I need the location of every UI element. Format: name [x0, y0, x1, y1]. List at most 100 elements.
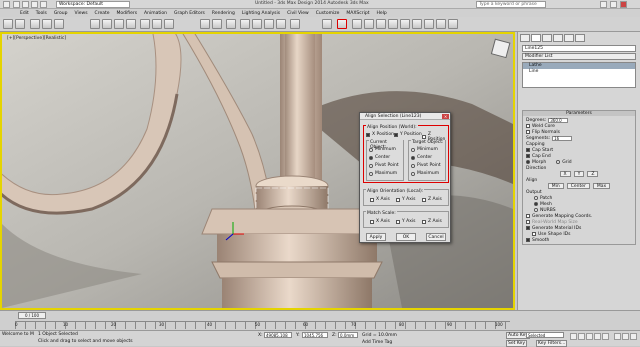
cancel-button[interactable]: Cancel	[426, 233, 446, 241]
layer-manager-icon[interactable]	[364, 19, 374, 29]
link-icon[interactable]	[30, 19, 40, 29]
minimize-icon[interactable]	[600, 1, 607, 8]
menu-customize[interactable]: Customize	[316, 11, 340, 16]
snaps-toggle-icon[interactable]	[240, 19, 250, 29]
edit-named-selection-icon[interactable]	[290, 19, 300, 29]
current-center-radio[interactable]	[369, 155, 373, 160]
utilities-tab-icon[interactable]	[575, 34, 585, 42]
close-icon[interactable]	[620, 1, 627, 8]
hierarchy-tab-icon[interactable]	[542, 34, 552, 42]
track-bar[interactable]	[15, 321, 510, 329]
menu-group[interactable]: Group	[54, 11, 68, 16]
next-frame-icon[interactable]	[594, 333, 601, 340]
spinner-snap-icon[interactable]	[276, 19, 286, 29]
stack-item-line[interactable]: Line	[523, 69, 635, 75]
keyboard-shortcut-icon[interactable]	[226, 19, 236, 29]
angle-snap-icon[interactable]	[252, 19, 262, 29]
cap-start-checkbox[interactable]	[526, 148, 530, 152]
orbit-icon[interactable]	[630, 333, 637, 340]
smooth-checkbox[interactable]	[526, 238, 530, 242]
app-icon[interactable]	[3, 1, 10, 8]
percent-snap-icon[interactable]	[264, 19, 274, 29]
select-and-scale-icon[interactable]	[164, 19, 174, 29]
viewport-label[interactable]: [+][Perspective][Realistic]	[7, 36, 66, 41]
rendered-frame-window-icon[interactable]	[436, 19, 446, 29]
selected-dropdown[interactable]: Selected	[526, 332, 564, 338]
unlink-icon[interactable]	[42, 19, 52, 29]
menu-animation[interactable]: Animation	[144, 11, 167, 16]
parameters-rollout-header[interactable]: Parameters	[523, 111, 635, 116]
material-editor-icon[interactable]	[412, 19, 422, 29]
current-minimum-radio[interactable]	[369, 147, 373, 152]
maxscript-listener-label[interactable]: Welcome to M	[2, 332, 34, 337]
add-time-tag[interactable]: Add Time Tag	[362, 340, 392, 345]
modifier-list-dropdown[interactable]: Modifier List	[522, 53, 636, 60]
zoom-extents-icon[interactable]	[614, 333, 621, 340]
segments-input[interactable]: 16	[552, 135, 573, 141]
motion-tab-icon[interactable]	[553, 34, 563, 42]
viewcube-icon[interactable]	[490, 38, 512, 60]
object-name-field[interactable]: Line125	[522, 45, 636, 52]
target-center-radio[interactable]	[411, 155, 415, 160]
z-coord-input[interactable]: 0.0mm	[338, 332, 358, 338]
degrees-input[interactable]: 360.0	[548, 117, 569, 123]
patch-radio[interactable]	[534, 196, 538, 200]
scale-z-checkbox[interactable]	[422, 219, 426, 224]
scale-x-checkbox[interactable]	[370, 219, 374, 224]
select-object-icon[interactable]	[90, 19, 100, 29]
current-maximum-radio[interactable]	[369, 171, 373, 176]
menu-help[interactable]: Help	[376, 11, 386, 16]
selection-region-icon[interactable]	[114, 19, 124, 29]
orient-z-checkbox[interactable]	[422, 197, 426, 202]
go-to-end-icon[interactable]	[602, 333, 609, 340]
align-max-button[interactable]: Max	[592, 183, 611, 189]
menu-lighting-analysis[interactable]: Lighting Analysis	[242, 11, 280, 16]
pan-view-icon[interactable]	[622, 333, 629, 340]
direction-y-button[interactable]: Y	[573, 171, 585, 177]
previous-frame-icon[interactable]	[578, 333, 585, 340]
save-icon[interactable]	[31, 1, 38, 8]
select-by-name-icon[interactable]	[102, 19, 112, 29]
open-icon[interactable]	[22, 1, 29, 8]
undo-icon[interactable]	[40, 1, 47, 8]
dialog-close-icon[interactable]: ×	[442, 114, 449, 119]
render-production-icon[interactable]	[448, 19, 458, 29]
morph-radio[interactable]	[526, 160, 530, 164]
window-crossing-icon[interactable]	[126, 19, 136, 29]
undo-icon[interactable]	[3, 19, 13, 29]
gen-mat-ids-checkbox[interactable]	[526, 226, 530, 230]
redo-icon[interactable]	[15, 19, 25, 29]
flip-normals-checkbox[interactable]	[526, 130, 530, 134]
align-center-button[interactable]: Center	[566, 183, 590, 189]
menu-rendering[interactable]: Rendering	[212, 11, 235, 16]
target-pivot-radio[interactable]	[411, 163, 415, 168]
render-setup-icon[interactable]	[424, 19, 434, 29]
apply-button[interactable]: Apply	[366, 233, 386, 241]
maximize-icon[interactable]	[610, 1, 617, 8]
x-position-checkbox[interactable]	[366, 132, 370, 137]
direction-x-button[interactable]: X	[559, 171, 571, 177]
align-icon[interactable]	[337, 19, 347, 29]
weld-core-checkbox[interactable]	[526, 124, 530, 128]
select-manipulate-icon[interactable]	[212, 19, 222, 29]
curve-editor-icon[interactable]	[388, 19, 398, 29]
orient-y-checkbox[interactable]	[396, 197, 400, 202]
cap-end-checkbox[interactable]	[526, 154, 530, 158]
mirror-icon[interactable]	[322, 19, 332, 29]
z-position-checkbox[interactable]	[422, 135, 426, 139]
workspace-dropdown[interactable]: Workspace: Default	[56, 1, 130, 8]
nurbs-radio[interactable]	[534, 208, 538, 212]
scene-explorer-icon[interactable]	[352, 19, 362, 29]
grid-radio[interactable]	[556, 160, 561, 164]
menu-create[interactable]: Create	[95, 11, 110, 16]
graphite-ribbon-icon[interactable]	[376, 19, 386, 29]
align-min-button[interactable]: Min	[547, 183, 564, 189]
time-slider[interactable]: 0 / 100	[18, 312, 46, 319]
display-tab-icon[interactable]	[564, 34, 574, 42]
target-maximum-radio[interactable]	[411, 171, 415, 176]
direction-z-button[interactable]: Z	[587, 171, 599, 177]
use-shape-ids-checkbox[interactable]	[532, 232, 536, 236]
menu-maxscript[interactable]: MAXScript	[346, 11, 369, 16]
menu-views[interactable]: Views	[75, 11, 88, 16]
target-minimum-radio[interactable]	[411, 147, 415, 152]
